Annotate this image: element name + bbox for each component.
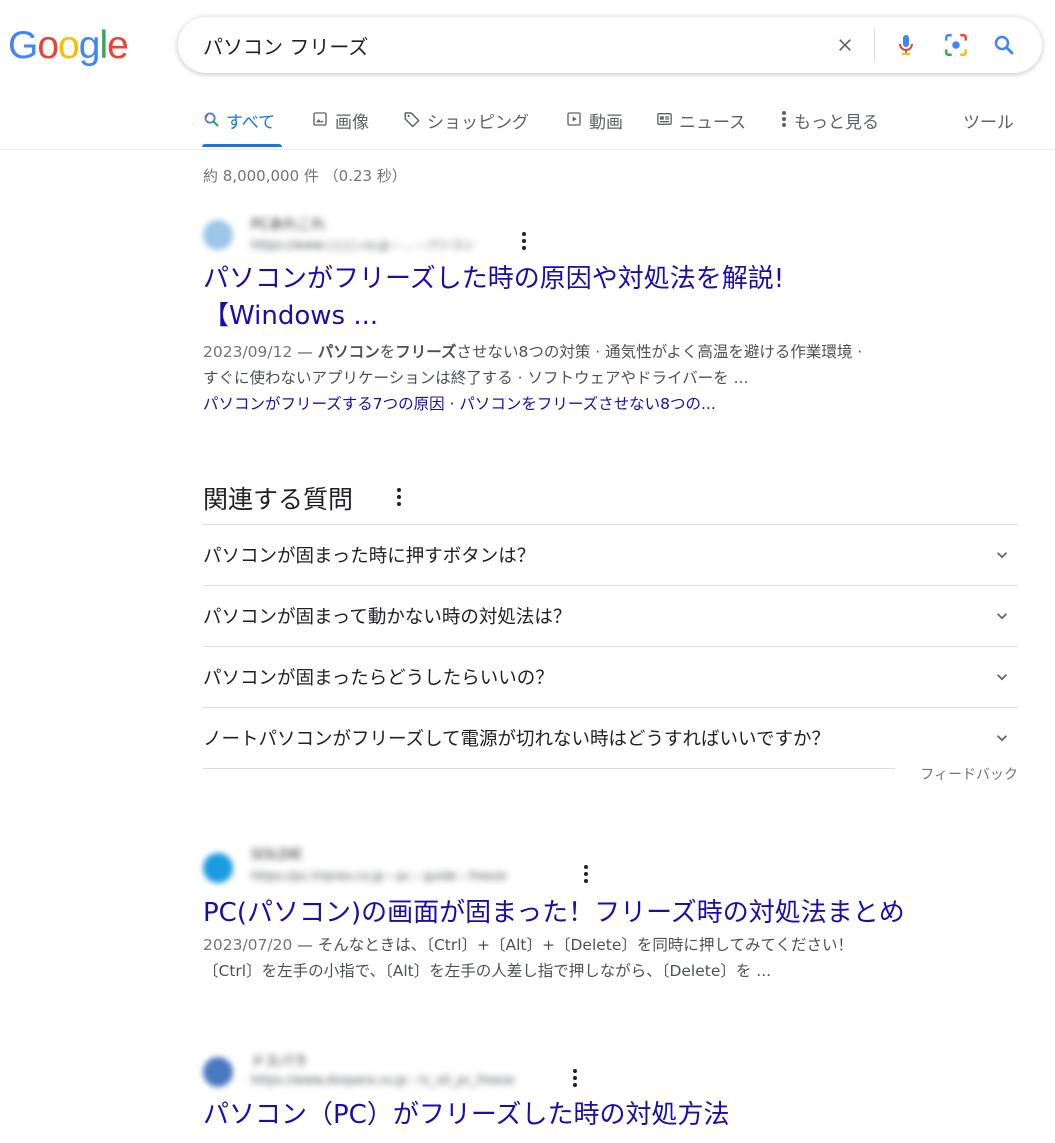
result-snippet: 2023/09/12 — パソコンをフリーズさせない8つの対策 · 通気性がよく… <box>203 343 863 387</box>
feedback-link[interactable]: フィードバック <box>920 764 1018 784</box>
header-divider <box>0 149 1055 150</box>
search-divider <box>874 29 875 61</box>
chevron-down-icon <box>997 674 1007 681</box>
result-snippet: 2023/07/20 — そんなときは、〔Ctrl〕+〔Alt〕+〔Delete… <box>203 936 853 980</box>
search-box <box>178 17 1042 73</box>
site-name: SOLDIE <box>251 847 303 863</box>
result-sitelinks: パソコンがフリーズする7つの原因 · パソコンをフリーズさせない8つの... <box>203 395 716 413</box>
site-favicon <box>203 220 233 250</box>
result-source[interactable]: PCあれこれ https://www.○○○.co.jp › ... › パソコ… <box>203 212 963 256</box>
question-item[interactable]: パソコンが固まって動かない時の対処法は？ <box>203 585 1018 646</box>
site-url: https://www.○○○.co.jp › ... › パソコン <box>251 238 475 252</box>
image-icon <box>311 108 329 130</box>
search-input[interactable] <box>203 31 803 59</box>
search-icon <box>202 108 220 130</box>
tab-news[interactable]: ニュース <box>655 104 746 148</box>
more-vert-icon <box>780 108 788 130</box>
tools-button[interactable]: ツール <box>963 104 1014 148</box>
sitelink[interactable]: パソコンがフリーズする7つの原因 <box>203 395 445 413</box>
question-item[interactable]: ノートパソコンがフリーズして電源が切れない時はどうすればいいですか？ <box>203 707 1018 768</box>
question-item[interactable]: パソコンが固まったらどうしたらいいの？ <box>203 646 1018 707</box>
result-title[interactable]: パソコン（PC）がフリーズした時の対処方法 <box>203 1097 1003 1134</box>
result-title[interactable]: パソコンがフリーズした時の原因や対処法を解説! 【Windows ... <box>203 261 963 335</box>
chevron-down-icon <box>997 735 1007 742</box>
search-result: SOLDIE https://pc.tripreo.co.jp › pc › g… <box>203 845 1003 984</box>
site-url: https://www.dospara.co.jp › tc_sit_pc_fr… <box>251 1073 515 1087</box>
tab-videos[interactable]: 動画 <box>565 104 623 148</box>
site-favicon <box>203 1057 233 1087</box>
result-source[interactable]: SOLDIE https://pc.tripreo.co.jp › pc › g… <box>203 845 1003 889</box>
google-logo[interactable]: Google <box>8 24 129 68</box>
result-title[interactable]: PC(パソコン)の画面が固まった！フリーズ時の対処法まとめ <box>203 895 1003 932</box>
sitelink[interactable]: パソコンをフリーズさせない8つの... <box>459 395 715 413</box>
more-options-icon[interactable] <box>580 865 592 883</box>
search-tabs: すべて 画像 ショッピング 動画 ニュース もっと見る ツール <box>202 104 1032 148</box>
question-item[interactable]: パソコンが固まった時に押すボタンは？ <box>203 524 1018 585</box>
related-questions: 関連する質問 パソコンが固まった時に押すボタンは？ パソコンが固まって動かない時… <box>203 476 1018 783</box>
newspaper-icon <box>655 108 673 130</box>
site-url: https://pc.tripreo.co.jp › pc › guide › … <box>251 869 507 883</box>
search-result: ドスパラ https://www.dospara.co.jp › tc_sit_… <box>203 1049 1003 1134</box>
search-icon[interactable] <box>988 29 1020 61</box>
result-source[interactable]: ドスパラ https://www.dospara.co.jp › tc_sit_… <box>203 1049 1003 1093</box>
site-name: ドスパラ <box>251 1054 307 1070</box>
microphone-icon[interactable] <box>890 29 922 61</box>
result-stats: 約 8,000,000 件 （0.23 秒） <box>203 167 407 185</box>
site-name: PCあれこれ <box>251 217 326 233</box>
tab-images[interactable]: 画像 <box>311 104 369 148</box>
tab-more[interactable]: もっと見る <box>780 104 879 148</box>
tag-icon <box>403 108 421 130</box>
search-result: PCあれこれ https://www.○○○.co.jp › ... › パソコ… <box>203 212 963 417</box>
active-tab-indicator <box>202 144 282 147</box>
tab-shopping[interactable]: ショッピング <box>403 104 529 148</box>
tab-all[interactable]: すべて <box>202 104 275 148</box>
site-favicon <box>203 853 233 883</box>
paa-title: 関連する質問 <box>203 485 354 514</box>
chevron-down-icon <box>997 613 1007 620</box>
chevron-down-icon <box>997 552 1007 559</box>
more-options-icon[interactable] <box>569 1069 581 1087</box>
more-options-icon[interactable] <box>518 232 530 250</box>
paa-header: 関連する質問 <box>203 476 1018 524</box>
camera-lens-icon[interactable] <box>940 29 972 61</box>
paa-divider <box>203 768 895 769</box>
clear-icon[interactable] <box>829 29 861 61</box>
more-options-icon[interactable] <box>393 488 405 506</box>
play-icon <box>565 108 583 130</box>
